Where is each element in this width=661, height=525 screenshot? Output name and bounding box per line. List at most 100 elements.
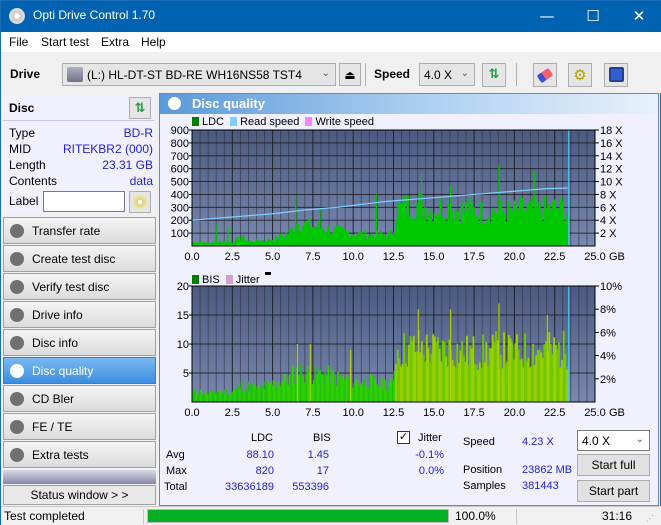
ldc-bar <box>201 241 204 246</box>
nav-label: FE / TE <box>32 420 73 434</box>
ldc-bar <box>516 211 520 246</box>
disc-row-length: Length 23.31 GB <box>9 158 153 174</box>
y-tick-label: 900 <box>171 126 189 137</box>
ldc-bar <box>321 228 324 246</box>
drive-select[interactable]: (L:) HL-DT-ST BD-RE WH16NS58 TST4 ⌄ <box>62 63 336 86</box>
ldc-bar <box>563 222 566 246</box>
ldc-bar <box>398 202 402 246</box>
ldc-bar <box>424 207 427 246</box>
app-window: Opti Drive Control 1.70 — ☐ ✕ File Start… <box>0 0 661 525</box>
disc-icon <box>10 308 24 322</box>
ldc-bar <box>238 240 241 246</box>
nav-label: Drive info <box>32 308 83 322</box>
menu-start-test[interactable]: Start test <box>41 35 89 49</box>
nav-extra-tests[interactable]: Extra tests <box>3 441 156 468</box>
ldc-bar <box>437 213 440 246</box>
ldc-bar <box>313 226 317 246</box>
ldc-bar <box>553 199 556 246</box>
ldc-bar <box>381 233 384 246</box>
ldc-bar <box>400 203 404 246</box>
ldc-bar <box>491 208 495 246</box>
ldc-bar <box>474 217 477 246</box>
disc-label-input[interactable] <box>43 191 125 212</box>
save-button[interactable] <box>604 63 628 87</box>
nav-verify-test-disc[interactable]: Verify test disc <box>3 273 156 300</box>
y-tick-label: 10 <box>177 339 189 351</box>
x-tick-label: 15.0 <box>423 251 444 263</box>
gears-icon: ⚙ <box>573 66 587 84</box>
ldc-bar <box>253 242 257 246</box>
ldc-bar <box>246 240 249 246</box>
menu-file[interactable]: File <box>9 35 28 49</box>
disc-refresh-button[interactable]: ⇅ <box>129 97 151 119</box>
ldc-bar <box>261 240 264 246</box>
stats-max-bis: 17 <box>316 465 329 477</box>
nav-create-test-disc[interactable]: Create test disc <box>3 245 156 272</box>
ldc-bar <box>257 240 261 246</box>
progress-bar <box>147 509 449 523</box>
ldc-bar <box>286 233 290 246</box>
ldc-bar <box>377 234 380 246</box>
ldc-bar <box>416 203 419 246</box>
nav-label: Disc info <box>32 336 79 350</box>
close-button[interactable]: ✕ <box>616 1 661 32</box>
ldc-bar <box>304 221 307 246</box>
ldc-bar <box>379 231 382 246</box>
minimize-button[interactable]: — <box>524 1 570 32</box>
nav-disc-info[interactable]: Disc info <box>3 329 156 356</box>
ldc-bar <box>395 218 398 246</box>
ldc-bar <box>298 230 301 246</box>
status-window-button[interactable]: Status window > > <box>3 485 156 505</box>
stats-avg-jitter: -0.1% <box>415 449 444 461</box>
cd-icon <box>133 195 147 209</box>
ldc-bar <box>443 217 446 246</box>
ldc-bar <box>501 210 504 246</box>
stats-col-ldc: LDC <box>251 432 274 444</box>
refresh-button[interactable]: ⇅ <box>482 63 506 87</box>
x-tick-label: 25.0 <box>584 251 605 263</box>
y2-tick-label: 6% <box>600 327 616 339</box>
maximize-button[interactable]: ☐ <box>570 1 616 32</box>
ldc-bar <box>263 241 266 246</box>
settings-button[interactable]: ⚙ <box>568 63 592 87</box>
x-tick-label: 2.5 <box>225 251 240 263</box>
speed-value: 4.0 X <box>424 68 453 82</box>
ldc-bar <box>551 200 555 246</box>
nav-fe-te[interactable]: FE / TE <box>3 413 156 440</box>
eject-button[interactable]: ⏏ <box>339 63 361 86</box>
start-part-button[interactable]: Start part <box>577 480 650 502</box>
ldc-bar <box>315 227 319 246</box>
read-speed-swatch <box>230 117 238 126</box>
ldc-bar <box>476 215 479 246</box>
x-tick-label: 17.5 <box>463 407 484 419</box>
ldc-bar <box>269 240 272 246</box>
nav-drive-info[interactable]: Drive info <box>3 301 156 328</box>
ldc-bar <box>507 201 510 246</box>
ldc-bar-spike <box>216 225 218 246</box>
ldc-bar <box>422 217 425 246</box>
menu-extra[interactable]: Extra <box>101 35 129 49</box>
start-full-button[interactable]: Start full <box>577 454 650 476</box>
ldc-bar <box>327 226 330 246</box>
jitter-checkbox[interactable]: ✓ <box>397 431 410 444</box>
y-tick-label: 400 <box>171 189 189 201</box>
erase-button[interactable] <box>533 63 557 87</box>
nav-cd-bler[interactable]: CD Bler <box>3 385 156 412</box>
ldc-bar <box>565 213 568 246</box>
menu-help[interactable]: Help <box>141 35 166 49</box>
ldc-bar <box>300 231 303 246</box>
sidebar: Disc ⇅ Type BD-R MID RITEKBR2 (000) Leng… <box>1 93 158 506</box>
speed-select[interactable]: 4.0 X ⌄ <box>419 63 475 86</box>
resize-grip-icon[interactable]: ⋰ <box>646 514 654 523</box>
nav-label: CD Bler <box>32 392 75 406</box>
test-speed-select[interactable]: 4.0 X ⌄ <box>577 430 650 451</box>
ldc-bar <box>555 207 558 246</box>
nav-disc-quality[interactable]: Disc quality <box>3 357 156 384</box>
nav-transfer-rate[interactable]: Transfer rate <box>3 217 156 244</box>
ldc-bar <box>368 236 371 246</box>
x-tick-label: 12.5 <box>383 407 404 419</box>
label-key: Label <box>9 194 39 208</box>
y2-tick-label: 10 X <box>600 177 623 189</box>
disc-label-button[interactable] <box>129 191 151 213</box>
ldc-bar <box>387 231 390 246</box>
